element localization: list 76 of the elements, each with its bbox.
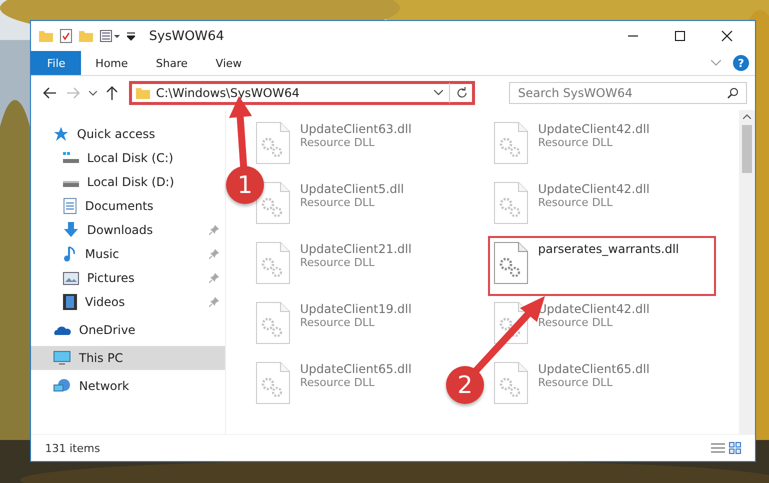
file-name[interactable]: UpdateClient21.dll <box>300 242 412 256</box>
highlighted-file-item[interactable]: parserates_warrants.dll <box>488 236 716 296</box>
file-name[interactable]: UpdateClient65.dll <box>538 362 650 376</box>
file-name[interactable]: UpdateClient63.dll <box>300 122 412 136</box>
network-icon <box>53 379 71 393</box>
sidebar-item[interactable]: Videos <box>31 290 225 314</box>
cloud-icon <box>53 324 71 336</box>
help-button[interactable]: ? <box>733 55 749 71</box>
up-icon[interactable] <box>106 86 118 100</box>
refresh-icon[interactable] <box>456 87 468 99</box>
file-name[interactable]: UpdateClient42.dll <box>538 182 650 196</box>
search-icon[interactable] <box>727 87 739 99</box>
file-name[interactable]: parserates_warrants.dll <box>538 242 680 256</box>
file-type: Resource DLL <box>300 196 376 209</box>
file-type: Resource DLL <box>538 136 614 149</box>
chevron-icon[interactable] <box>711 60 721 66</box>
ribbon-tab[interactable]: File <box>31 51 82 75</box>
pin-icon[interactable] <box>209 225 219 235</box>
file-type: Resource DLL <box>538 196 614 209</box>
document-icon <box>63 198 77 214</box>
details-view-icon[interactable] <box>711 442 725 454</box>
dropdown-icon[interactable] <box>127 31 135 41</box>
sidebar-item[interactable]: Documents <box>31 194 225 218</box>
back-icon[interactable] <box>43 87 57 99</box>
checklist-icon[interactable] <box>60 29 72 43</box>
file-type: Resource DLL <box>300 136 376 149</box>
recent-locations-icon[interactable] <box>89 90 97 96</box>
file-name[interactable]: UpdateClient42.dll <box>538 122 650 136</box>
sidebar-item[interactable]: Downloads <box>31 218 225 242</box>
pin-icon[interactable] <box>209 273 219 283</box>
view-options-icon[interactable] <box>100 30 120 42</box>
computer-icon <box>53 351 71 365</box>
scroll-up-icon[interactable] <box>743 114 751 119</box>
pin-icon[interactable] <box>209 249 219 259</box>
ribbon-tab[interactable]: Home <box>81 51 142 75</box>
music-note-icon <box>63 246 77 262</box>
file-name[interactable]: UpdateClient65.dll <box>300 362 412 376</box>
file-type: Resource DLL <box>538 316 614 329</box>
dropdown-icon[interactable] <box>434 90 443 96</box>
maximize-icon[interactable] <box>674 30 686 42</box>
sidebar-item[interactable]: Music <box>31 242 225 266</box>
large-icons-view-icon[interactable] <box>729 442 741 454</box>
sidebar-item[interactable]: Network <box>31 374 225 398</box>
file-type: Resource DLL <box>538 376 614 389</box>
scroll-thumb[interactable] <box>742 125 752 173</box>
close-icon[interactable] <box>721 30 733 42</box>
ribbon-tab[interactable]: Share <box>142 51 202 75</box>
item-count: 131 items <box>45 442 100 454</box>
file-name[interactable]: UpdateClient19.dll <box>300 302 412 316</box>
dll-file-icon[interactable] <box>494 242 528 284</box>
file-name[interactable]: UpdateClient42.dll <box>538 302 650 316</box>
search-field[interactable]: Search SysWOW64 <box>509 82 747 104</box>
image-icon <box>63 272 79 284</box>
star-icon <box>53 127 69 141</box>
address-bar[interactable]: C:\Windows\SysWOW64 <box>129 81 475 105</box>
forward-icon[interactable] <box>66 87 80 99</box>
folder-icon <box>136 87 150 99</box>
pin-icon[interactable] <box>209 297 219 307</box>
sidebar-item[interactable]: Local Disk (D:) <box>31 170 225 194</box>
sidebar-item[interactable]: Local Disk (C:) <box>31 146 225 170</box>
file-type: Resource DLL <box>300 376 376 389</box>
file-type: Resource DLL <box>300 316 376 329</box>
dll-file-icon[interactable] <box>494 302 528 344</box>
sidebar-item[interactable]: Pictures <box>31 266 225 290</box>
download-icon <box>63 222 79 238</box>
drive-icon <box>63 152 79 164</box>
scrollbar[interactable] <box>739 110 755 434</box>
ribbon-tab[interactable]: View <box>202 51 256 75</box>
sidebar-item[interactable]: OneDrive <box>31 318 225 342</box>
file-type: Resource DLL <box>300 256 376 269</box>
file-name[interactable]: UpdateClient5.dll <box>300 182 404 196</box>
dll-file-icon[interactable] <box>256 182 290 224</box>
sidebar-item[interactable]: This PC <box>31 346 225 370</box>
sidebar-item[interactable]: Quick access <box>31 122 225 146</box>
window-title: SysWOW64 <box>149 28 224 44</box>
film-icon <box>63 294 77 310</box>
